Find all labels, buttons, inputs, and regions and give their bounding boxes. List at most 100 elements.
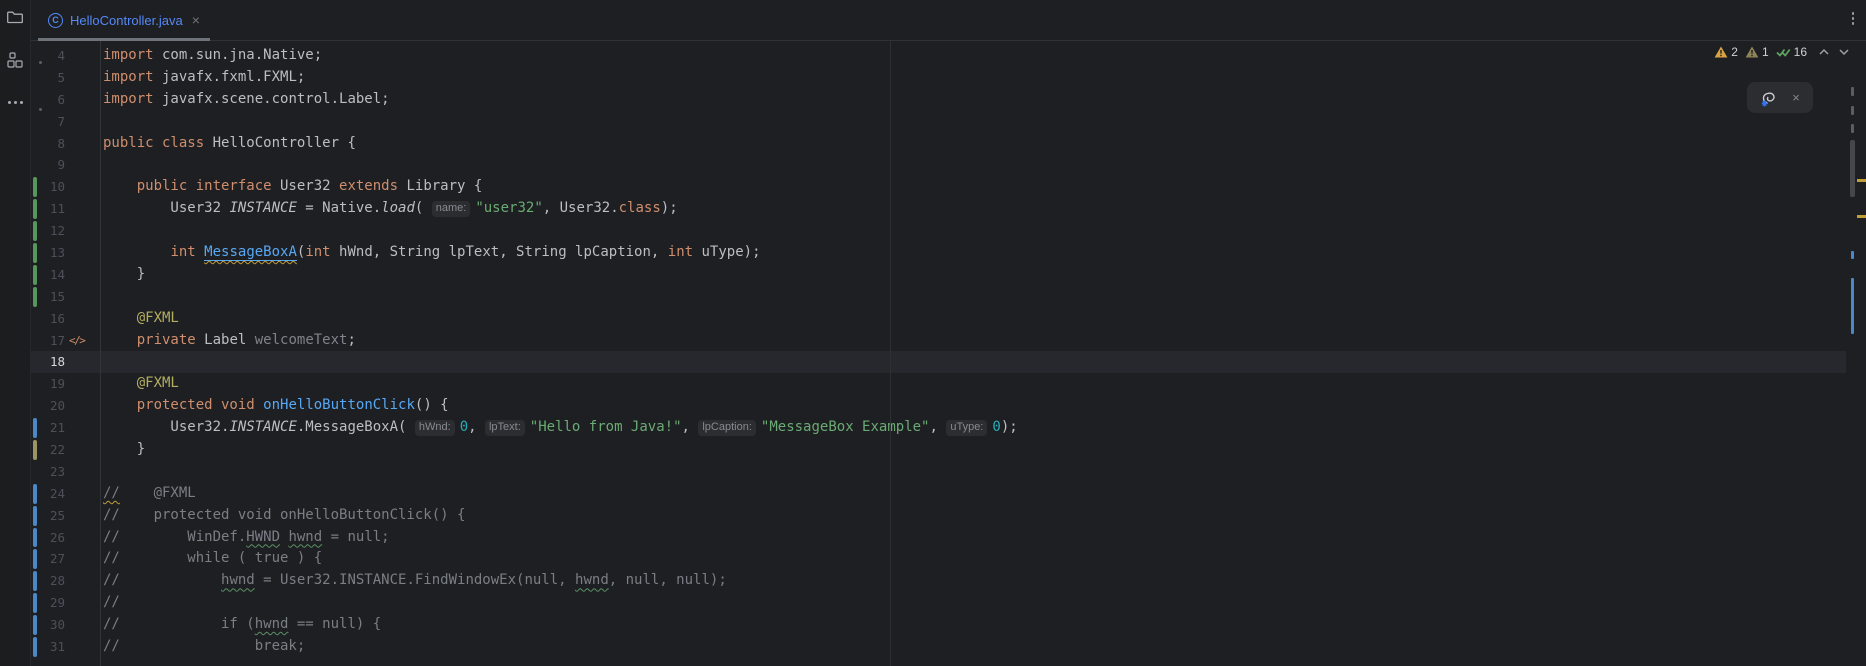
stripe-dash-mark[interactable] xyxy=(1851,106,1854,115)
code-line[interactable]: 18 xyxy=(30,351,1866,374)
code-line[interactable]: 21 User32.INSTANCE.MessageBoxA( hWnd: 0, … xyxy=(30,417,1866,439)
vcs-change-bar[interactable] xyxy=(33,505,37,526)
vcs-change-bar[interactable] xyxy=(33,549,37,570)
code-line[interactable]: 31 // break; xyxy=(30,636,1866,658)
line-number[interactable]: 14 xyxy=(50,264,65,286)
gutter-cell[interactable]: 29 xyxy=(30,592,100,614)
structure-tool-icon[interactable] xyxy=(0,52,30,68)
code-line[interactable]: 9 xyxy=(30,154,1866,176)
code-line[interactable]: 16 @FXML xyxy=(30,308,1866,330)
line-number[interactable]: 21 xyxy=(50,417,65,439)
code-line[interactable]: 29 // xyxy=(30,592,1866,614)
code-line[interactable]: 8 public class HelloController { xyxy=(30,133,1866,155)
line-number[interactable]: 30 xyxy=(50,614,65,636)
code-text[interactable]: // protected void onHelloButtonClick() { xyxy=(100,505,465,527)
line-number[interactable]: 25 xyxy=(50,505,65,527)
vcs-change-bar[interactable] xyxy=(33,243,37,263)
code-text[interactable]: // @FXML xyxy=(100,483,196,505)
code-text[interactable]: import com.sun.jna.Native; xyxy=(100,45,322,67)
gutter-cell[interactable]: 31 xyxy=(30,636,100,658)
code-line[interactable]: 26 // WinDef.HWND hwnd = null; xyxy=(30,527,1866,549)
code-text[interactable]: import javafx.fxml.FXML; xyxy=(100,67,305,89)
code-text[interactable]: } xyxy=(100,264,145,286)
code-line[interactable]: 13 int MessageBoxA(int hWnd, String lpTe… xyxy=(30,242,1866,264)
gutter-cell[interactable]: 17 </> xyxy=(30,330,100,352)
more-tool-windows-button[interactable] xyxy=(0,101,30,104)
vcs-change-bar[interactable] xyxy=(33,527,37,548)
code-line[interactable]: 27 // while ( true ) { xyxy=(30,548,1866,570)
gutter-cell[interactable]: 13 xyxy=(30,242,100,264)
code-line[interactable]: 6 import javafx.scene.control.Label; xyxy=(30,89,1866,111)
ai-assistant-popup[interactable]: × xyxy=(1747,82,1813,113)
vcs-change-bar[interactable] xyxy=(33,571,37,592)
gutter-cell[interactable]: 11 xyxy=(30,198,100,220)
line-number[interactable]: 4 xyxy=(57,45,65,67)
vcs-change-bar[interactable] xyxy=(33,593,37,614)
code-text[interactable]: // while ( true ) { xyxy=(100,548,322,570)
code-text[interactable]: public interface User32 extends Library … xyxy=(100,176,483,198)
line-number[interactable]: 11 xyxy=(50,198,65,220)
code-line[interactable]: 7 xyxy=(30,111,1866,133)
editor-options-kebab-icon[interactable] xyxy=(1851,12,1854,25)
gutter-cell[interactable]: 18 xyxy=(30,351,100,373)
code-line[interactable]: 22 } xyxy=(30,439,1866,461)
code-text[interactable]: // hwnd = User32.INSTANCE.FindWindowEx(n… xyxy=(100,570,727,592)
vcs-change-bar[interactable] xyxy=(33,483,37,504)
stripe-warning-mark[interactable] xyxy=(1857,215,1866,218)
gutter-cell[interactable]: 20 xyxy=(30,395,100,417)
ai-assistant-icon[interactable] xyxy=(1760,89,1779,107)
code-line[interactable]: 17 </> private Label welcomeText; xyxy=(30,330,1866,352)
line-number[interactable]: 5 xyxy=(57,67,65,89)
vcs-change-bar[interactable] xyxy=(33,264,37,285)
warnings-item[interactable]: 2 xyxy=(1714,45,1738,59)
code-text[interactable]: public class HelloController { xyxy=(100,133,356,155)
code-text[interactable]: // break; xyxy=(100,636,305,658)
code-text[interactable]: private Label welcomeText; xyxy=(100,330,356,352)
gutter-cell[interactable]: 28 xyxy=(30,570,100,592)
gutter-cell[interactable]: 16 xyxy=(30,308,100,330)
code-line[interactable]: 12 xyxy=(30,220,1866,242)
vcs-change-bar[interactable] xyxy=(33,440,37,460)
gutter-cell[interactable]: 5 xyxy=(30,67,100,89)
line-number[interactable]: 31 xyxy=(50,636,65,658)
gutter-cell[interactable]: 19 xyxy=(30,373,100,395)
vcs-change-bar[interactable] xyxy=(33,177,37,198)
line-number[interactable]: 29 xyxy=(50,592,65,614)
gutter-cell[interactable]: 23 xyxy=(30,461,100,483)
line-number[interactable]: 22 xyxy=(50,439,65,461)
line-number[interactable]: 7 xyxy=(57,111,65,133)
tab-hellocontroller-java[interactable]: C HelloController.java × xyxy=(38,0,210,41)
vcs-change-bar[interactable] xyxy=(33,221,37,242)
line-number[interactable]: 23 xyxy=(50,461,65,483)
stripe-changed-mark[interactable] xyxy=(1851,251,1854,259)
line-number[interactable]: 16 xyxy=(50,308,65,330)
gutter-cell[interactable]: 12 xyxy=(30,220,100,242)
code-text[interactable]: @FXML xyxy=(100,308,179,330)
code-line[interactable]: 19 @FXML xyxy=(30,373,1866,395)
previous-problem-chevron-up-icon[interactable] xyxy=(1818,47,1830,57)
code-text[interactable]: // if (hwnd == null) { xyxy=(100,614,381,636)
vcs-change-bar[interactable] xyxy=(33,286,37,307)
gutter-cell[interactable]: 10 xyxy=(30,176,100,198)
code-text[interactable]: @FXML xyxy=(100,373,179,395)
line-number[interactable]: 28 xyxy=(50,570,65,592)
line-number[interactable]: 8 xyxy=(57,133,65,155)
line-number[interactable]: 6 xyxy=(57,89,65,111)
gutter-cell[interactable]: 21 xyxy=(30,417,100,439)
line-number[interactable]: 12 xyxy=(50,220,65,242)
gutter-cell[interactable]: 24 xyxy=(30,483,100,505)
line-number[interactable]: 26 xyxy=(50,527,65,549)
line-number[interactable]: 13 xyxy=(50,242,65,264)
code-line[interactable]: 23 xyxy=(30,461,1866,483)
gutter-cell[interactable]: 25 xyxy=(30,505,100,527)
code-line[interactable]: 5 import javafx.fxml.FXML; xyxy=(30,67,1866,89)
line-number[interactable]: 17 xyxy=(50,330,65,352)
gutter-cell[interactable]: 9 xyxy=(30,154,100,176)
code-line[interactable]: 14 } xyxy=(30,264,1866,286)
line-number[interactable]: 19 xyxy=(50,373,65,395)
vcs-change-bar[interactable] xyxy=(33,199,37,220)
stripe-dash-mark[interactable] xyxy=(1851,87,1854,96)
fxml-reference-icon[interactable]: </> xyxy=(69,330,86,352)
project-folder-icon[interactable] xyxy=(0,9,30,24)
code-text[interactable]: int MessageBoxA(int hWnd, String lpText,… xyxy=(100,242,761,264)
